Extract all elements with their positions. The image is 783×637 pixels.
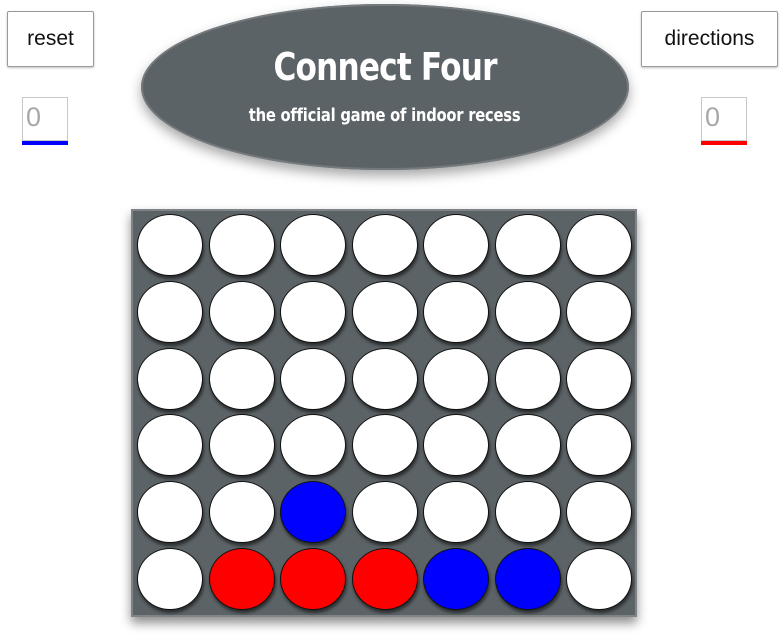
board-slot-r5-c7[interactable] xyxy=(566,481,632,544)
board-slot-r2-c6[interactable] xyxy=(494,280,561,343)
red-score: 0 xyxy=(701,97,747,147)
game-screen: reset Connect Four the official game of … xyxy=(0,0,783,637)
blue-score: 0 xyxy=(22,97,68,147)
board-slot-r5-c3-blue-disc[interactable] xyxy=(280,481,346,544)
board-slot-r3-c3[interactable] xyxy=(280,347,346,410)
board-slot-r4-c7[interactable] xyxy=(566,414,632,477)
board-slot-r6-c3-red-disc[interactable] xyxy=(280,548,346,610)
board-slot-r6-c4-red-disc[interactable] xyxy=(351,548,418,610)
board-slot-r1-c6[interactable] xyxy=(494,214,561,276)
blue-score-value: 0 xyxy=(22,97,68,141)
board-slot-r2-c7[interactable] xyxy=(566,280,632,343)
board-slot-r1-c7[interactable] xyxy=(566,214,632,276)
board-slot-r5-c1[interactable] xyxy=(137,481,203,544)
board-slot-r1-c1[interactable] xyxy=(137,214,203,276)
reset-button[interactable]: reset xyxy=(7,11,94,67)
board-slot-r5-c6[interactable] xyxy=(494,481,561,544)
title-banner: Connect Four the official game of indoor… xyxy=(141,4,629,170)
board-slot-r2-c5[interactable] xyxy=(423,280,489,343)
page-subtitle: the official game of indoor recess xyxy=(249,104,521,126)
board-slot-r3-c5[interactable] xyxy=(423,347,489,410)
board-slot-r4-c3[interactable] xyxy=(280,414,346,477)
board-slot-r3-c4[interactable] xyxy=(351,347,418,410)
board-slot-r5-c2[interactable] xyxy=(208,481,275,544)
board-slot-r6-c5-blue-disc[interactable] xyxy=(423,548,489,610)
directions-button[interactable]: directions xyxy=(641,11,778,67)
board-slot-r6-c2-red-disc[interactable] xyxy=(208,548,275,610)
red-score-value: 0 xyxy=(701,97,747,141)
board-slot-r3-c6[interactable] xyxy=(494,347,561,410)
board-slot-r2-c2[interactable] xyxy=(208,280,275,343)
board-slot-r5-c4[interactable] xyxy=(351,481,418,544)
board-slot-r4-c6[interactable] xyxy=(494,414,561,477)
board-slot-r3-c1[interactable] xyxy=(137,347,203,410)
board-slot-r4-c5[interactable] xyxy=(423,414,489,477)
red-score-indicator xyxy=(701,141,747,145)
board-slot-r5-c5[interactable] xyxy=(423,481,489,544)
board-slot-r6-c6-blue-disc[interactable] xyxy=(494,548,561,610)
board-slot-r3-c7[interactable] xyxy=(566,347,632,410)
game-board xyxy=(131,209,637,617)
board-slot-r3-c2[interactable] xyxy=(208,347,275,410)
board-slot-r1-c2[interactable] xyxy=(208,214,275,276)
board-slot-r2-c1[interactable] xyxy=(137,280,203,343)
board-slot-r2-c4[interactable] xyxy=(351,280,418,343)
board-slot-r6-c7[interactable] xyxy=(566,548,632,610)
board-slot-r4-c4[interactable] xyxy=(351,414,418,477)
board-slot-r4-c1[interactable] xyxy=(137,414,203,477)
board-slot-r6-c1[interactable] xyxy=(137,548,203,610)
board-slot-r1-c3[interactable] xyxy=(280,214,346,276)
board-slot-r1-c4[interactable] xyxy=(351,214,418,276)
page-title: Connect Four xyxy=(273,44,497,89)
blue-score-indicator xyxy=(22,141,68,145)
board-slot-r2-c3[interactable] xyxy=(280,280,346,343)
board-slot-r4-c2[interactable] xyxy=(208,414,275,477)
board-slot-r1-c5[interactable] xyxy=(423,214,489,276)
